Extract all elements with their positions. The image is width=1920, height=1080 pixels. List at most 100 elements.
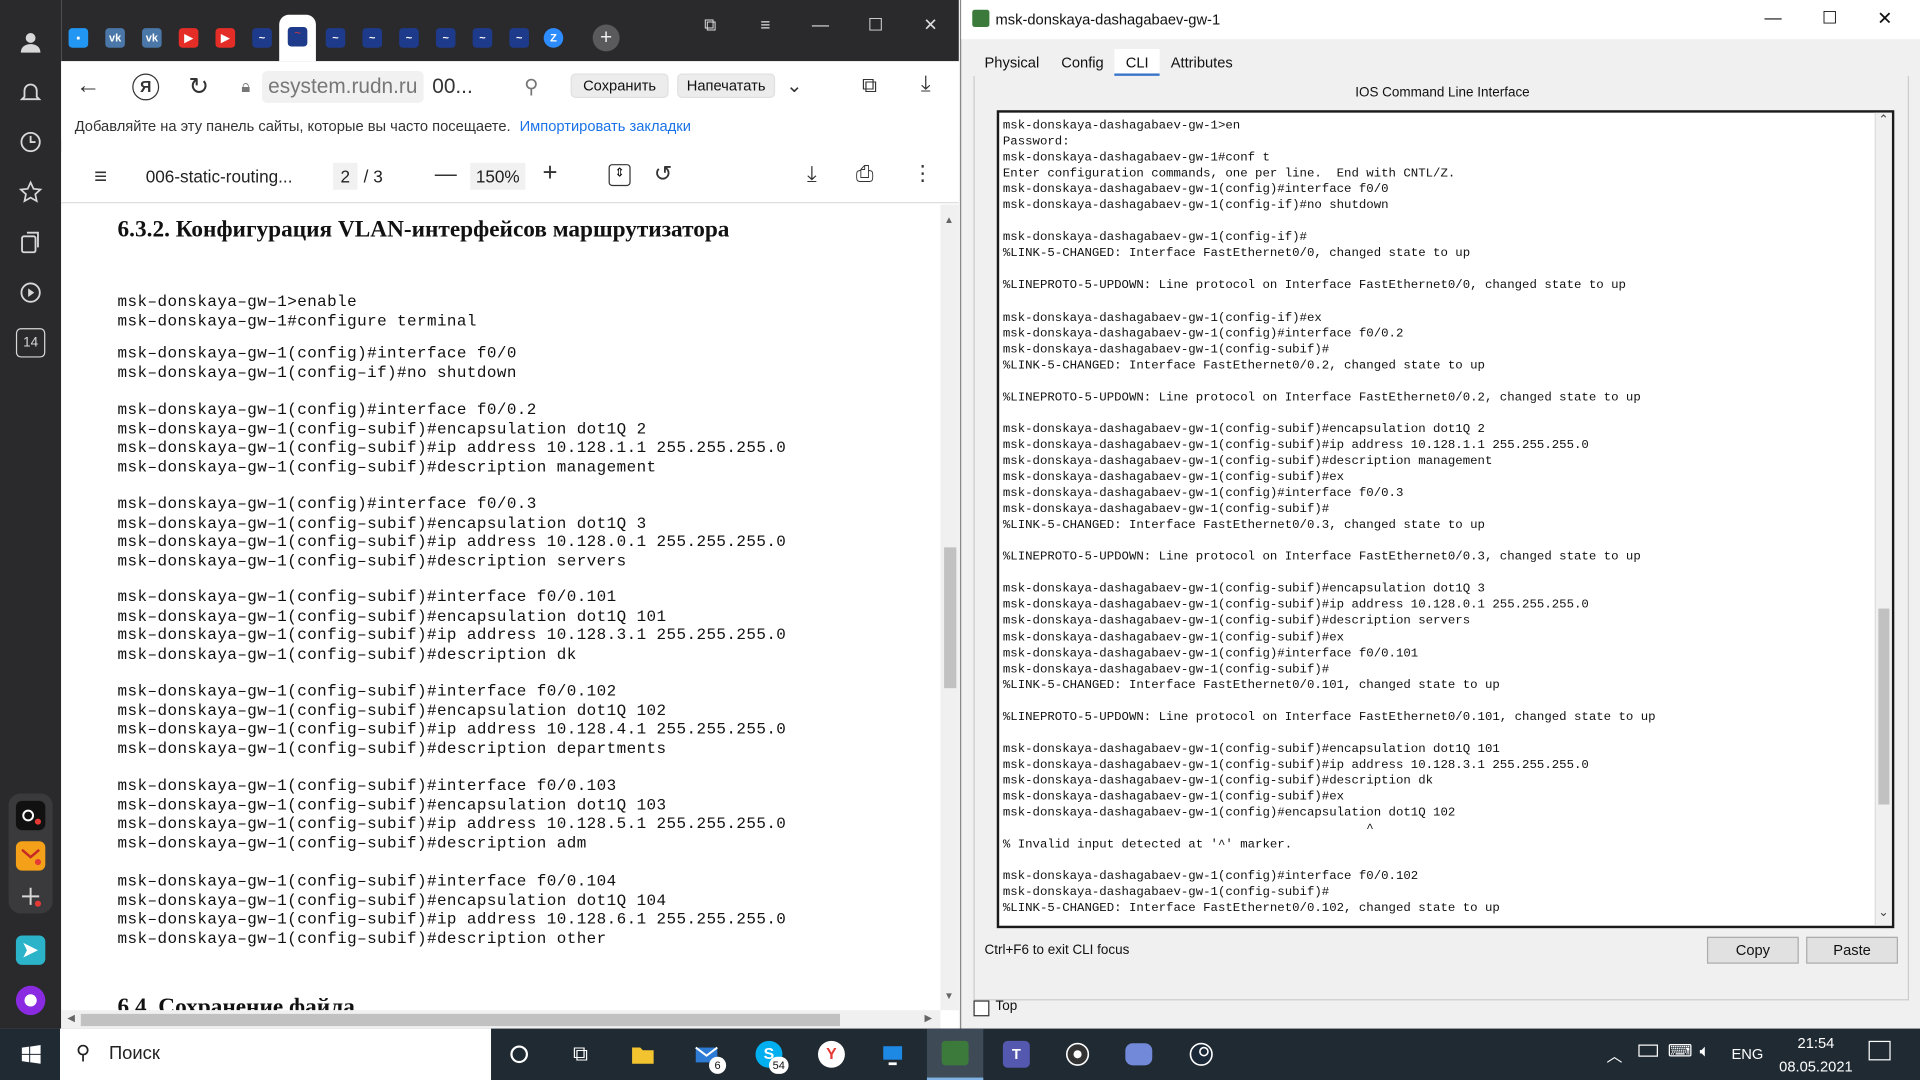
fit-page-icon[interactable]: ⇕ xyxy=(608,164,631,187)
scroll-left-icon[interactable]: ◀ xyxy=(67,1013,75,1024)
pdf-download-icon[interactable]: ⤓ xyxy=(807,162,817,188)
volume-icon[interactable]: 🔈︎ xyxy=(1700,1041,1710,1062)
top-checkbox[interactable] xyxy=(973,1000,990,1017)
cli-focus-hint: Ctrl+F6 to exit CLI focus xyxy=(984,942,1130,958)
chevron-down-icon[interactable]: ⌄ xyxy=(786,73,802,97)
tab-rudn-7[interactable]: ~ xyxy=(469,22,496,54)
history-icon[interactable] xyxy=(16,127,45,156)
battery-icon[interactable] xyxy=(1638,1044,1658,1057)
tab-youtube-1[interactable]: ▶ xyxy=(175,22,202,54)
add-app-icon[interactable] xyxy=(16,882,45,911)
cli-console[interactable]: msk-donskaya-dashagabaev-gw-1>en Passwor… xyxy=(996,110,1895,929)
tabs-overview-icon[interactable]: ⧉ xyxy=(696,15,725,35)
yandex-logo-icon[interactable]: Я xyxy=(132,73,160,101)
tab-rudn-5[interactable]: ~ xyxy=(396,22,423,54)
close-button[interactable]: ✕ xyxy=(916,15,945,35)
skype-icon[interactable]: S 54 xyxy=(751,1036,789,1074)
yandex-browser-icon[interactable]: Y xyxy=(813,1036,850,1073)
save-page-button[interactable]: Сохранить xyxy=(570,73,669,98)
pdf-horizontal-scrollbar[interactable]: ◀ ▶ xyxy=(61,1010,941,1029)
collections-icon[interactable] xyxy=(16,228,45,257)
tab-messages[interactable]: ▪ xyxy=(65,22,92,54)
print-page-button[interactable]: Напечатать xyxy=(677,73,776,98)
scroll-down-icon[interactable]: ⌄ xyxy=(1878,906,1888,919)
scroll-thumb[interactable] xyxy=(1878,608,1890,805)
taskbar: ⚲ Поиск ⧉ 6 S 54 Y T ︿ ⌨ 🔈︎ ENG 21:54 08.… xyxy=(0,1028,1920,1080)
video-play-icon[interactable] xyxy=(16,278,45,307)
windows-start-icon[interactable] xyxy=(12,1036,49,1073)
tab-config[interactable]: Config xyxy=(1050,49,1115,76)
steam-icon[interactable] xyxy=(1183,1036,1220,1073)
obs-icon[interactable] xyxy=(1059,1036,1096,1073)
hamburger-icon[interactable]: ≡ xyxy=(94,164,107,190)
translate-icon[interactable]: ⚲ xyxy=(524,75,538,99)
mail-icon[interactable]: 6 xyxy=(688,1036,727,1074)
teams-icon[interactable]: T xyxy=(998,1036,1035,1073)
input-language[interactable]: ENG xyxy=(1731,1046,1763,1063)
alice-app-icon[interactable] xyxy=(15,800,46,831)
packet-tracer-taskbar-button[interactable] xyxy=(926,1028,984,1080)
new-tab-button[interactable]: + xyxy=(592,24,620,52)
scroll-down-icon[interactable]: ▼ xyxy=(944,991,954,1002)
rotate-icon[interactable]: ↺ xyxy=(654,162,672,188)
copy-button[interactable]: Copy xyxy=(1706,936,1799,964)
close-button[interactable]: ✕ xyxy=(1877,7,1892,30)
action-center-icon[interactable] xyxy=(1868,1040,1891,1061)
notifications-icon[interactable] xyxy=(16,77,45,106)
tab-rudn-6[interactable]: ~ xyxy=(432,22,459,54)
tab-rudn-1[interactable]: ~ xyxy=(249,22,276,54)
paste-button[interactable]: Paste xyxy=(1806,936,1898,964)
zoom-in-icon[interactable]: + xyxy=(542,159,557,188)
print-icon[interactable]: ⎙ xyxy=(856,162,874,188)
reload-icon[interactable]: ↻ xyxy=(189,71,210,102)
tab-rudn-3[interactable]: ~ xyxy=(322,22,349,54)
cortana-icon[interactable] xyxy=(501,1036,538,1073)
download-icon[interactable]: ⤓ xyxy=(921,71,931,97)
reader-icon[interactable]: ⧉ xyxy=(862,73,877,97)
task-view-icon[interactable]: ⧉ xyxy=(562,1036,599,1073)
network-icon[interactable]: ⌨ xyxy=(1668,1041,1693,1062)
tab-attributes[interactable]: Attributes xyxy=(1160,49,1244,76)
messenger-app-icon[interactable] xyxy=(15,935,46,965)
back-icon[interactable]: ← xyxy=(76,72,100,100)
page-number-input[interactable]: 2 xyxy=(333,162,358,190)
maximize-button[interactable]: ☐ xyxy=(1822,7,1837,28)
pdf-vertical-scrollbar[interactable]: ▲ ▼ xyxy=(940,204,959,1011)
tab-zoom[interactable]: Z xyxy=(540,22,567,54)
scroll-up-icon[interactable]: ▲ xyxy=(944,214,954,225)
calendar-badge[interactable]: 14 xyxy=(15,328,46,358)
tab-youtube-2[interactable]: ▶ xyxy=(212,22,239,54)
scroll-thumb[interactable] xyxy=(80,1013,841,1027)
maximize-button[interactable]: ☐ xyxy=(861,15,890,35)
cli-scrollbar[interactable]: ⌃ ⌄ xyxy=(1874,112,1892,926)
taskbar-search-box[interactable]: ⚲ Поиск xyxy=(60,1028,492,1080)
minimize-button[interactable]: — xyxy=(1765,7,1782,27)
tab-active-rudn[interactable]: ~ xyxy=(279,14,316,62)
zoom-level-input[interactable]: 150% xyxy=(470,162,526,190)
menu-icon[interactable]: ≡ xyxy=(751,15,780,35)
scroll-up-icon[interactable]: ⌃ xyxy=(1878,114,1888,127)
tab-cli[interactable]: CLI xyxy=(1114,48,1160,76)
minimize-button[interactable]: — xyxy=(806,15,835,35)
search-placeholder: Поиск xyxy=(108,1043,160,1065)
tab-vk-2[interactable]: vk xyxy=(138,22,165,54)
scroll-right-icon[interactable]: ▶ xyxy=(924,1013,932,1024)
zoom-out-icon[interactable]: — xyxy=(435,162,457,188)
clock-date[interactable]: 08.05.2021 xyxy=(1771,1058,1862,1075)
file-explorer-icon[interactable] xyxy=(624,1036,661,1073)
scroll-thumb[interactable] xyxy=(944,547,957,689)
remote-desktop-icon[interactable] xyxy=(874,1036,911,1073)
profile-icon[interactable] xyxy=(16,27,45,56)
tab-physical[interactable]: Physical xyxy=(973,49,1050,76)
tab-rudn-8[interactable]: ~ xyxy=(506,22,533,54)
discord-icon[interactable] xyxy=(1120,1036,1157,1073)
more-options-icon[interactable]: ⋮ xyxy=(912,162,933,186)
mail-app-icon[interactable] xyxy=(15,841,46,871)
alice-assistant-icon[interactable] xyxy=(15,985,46,1016)
tab-vk-1[interactable]: vk xyxy=(102,22,129,54)
clock-time[interactable]: 21:54 xyxy=(1782,1035,1851,1052)
tab-rudn-4[interactable]: ~ xyxy=(359,22,386,54)
bookmarks-star-icon[interactable] xyxy=(16,178,45,207)
import-bookmarks-link[interactable]: Импортировать закладки xyxy=(520,118,691,135)
tray-chevron-up-icon[interactable]: ︿ xyxy=(1607,1043,1623,1066)
